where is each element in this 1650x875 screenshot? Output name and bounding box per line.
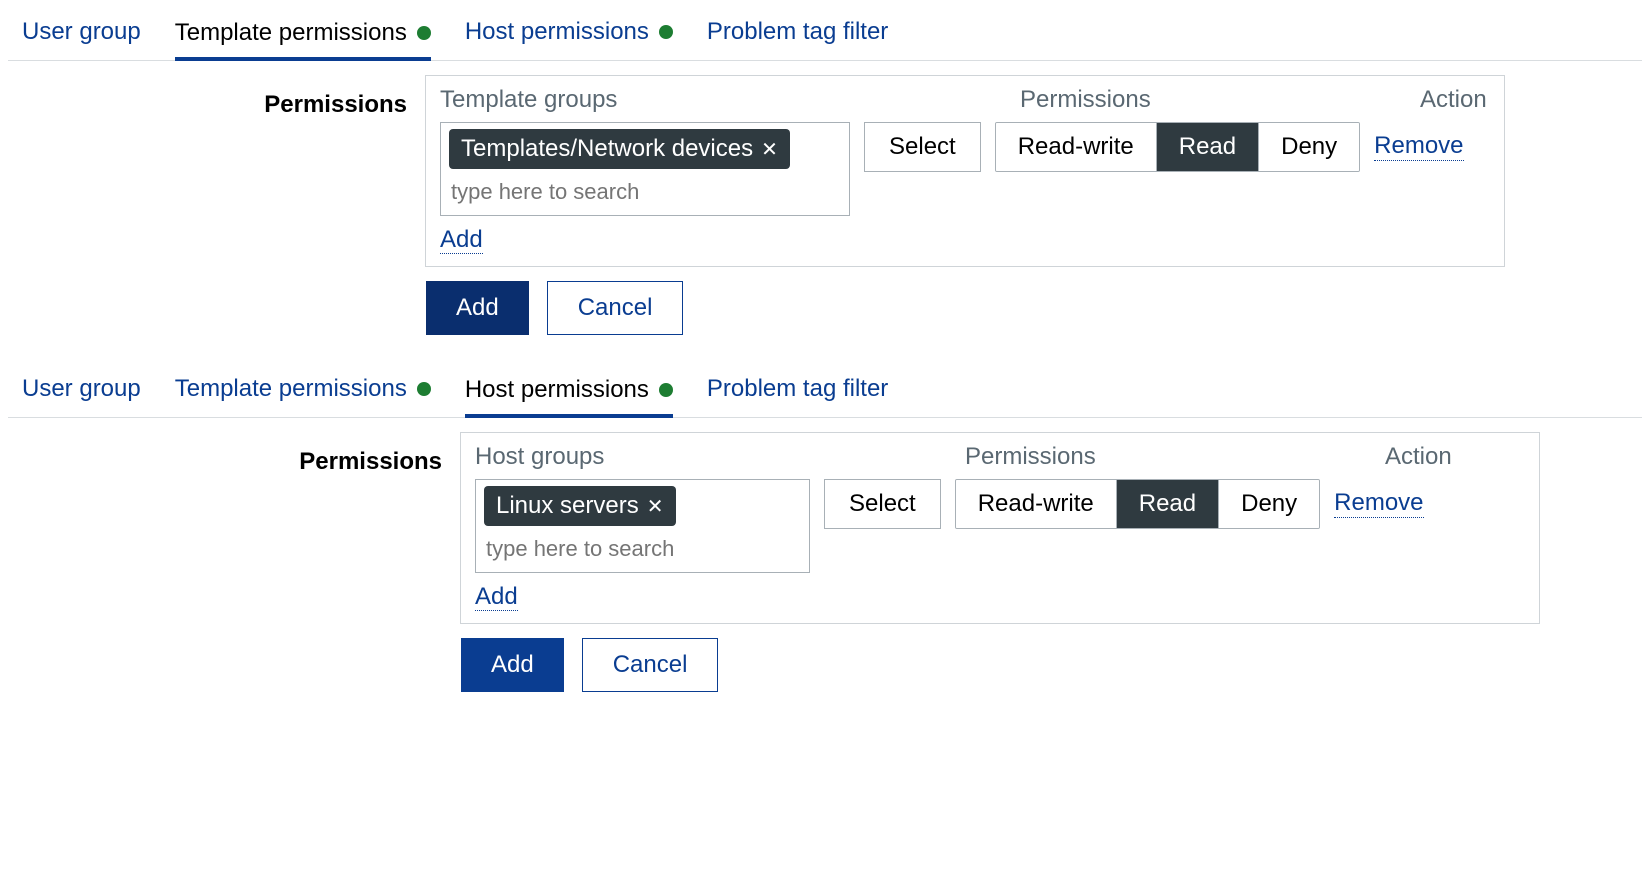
tab-template-permissions-label: Template permissions [175,19,407,47]
cancel-button[interactable]: Cancel [547,281,684,335]
tabs: User group Template permissions Host per… [8,375,1642,418]
select-button[interactable]: Select [824,479,941,529]
permission-entry: Linux servers ✕ Select Read-write Read D… [475,479,1525,573]
tab-template-permissions-label: Template permissions [175,375,407,403]
remove-link[interactable]: Remove [1334,489,1423,518]
select-button[interactable]: Select [864,122,981,172]
form-buttons: Add Cancel [426,281,1642,335]
host-permissions-section: User group Template permissions Host per… [8,375,1642,692]
permission-level-segment: Read-write Read Deny [955,479,1320,529]
remove-link[interactable]: Remove [1374,132,1463,161]
status-dot-icon [417,382,431,396]
template-permissions-section: User group Template permissions Host per… [8,18,1642,335]
permissions-panel: Host groups Permissions Action Linux ser… [460,432,1540,624]
permissions-label: Permissions [22,432,442,476]
perm-read[interactable]: Read [1117,480,1219,528]
tabs: User group Template permissions Host per… [8,18,1642,61]
perm-read-write[interactable]: Read-write [956,480,1117,528]
col-permissions-header: Permissions [965,443,1385,471]
tab-host-permissions[interactable]: Host permissions [465,375,673,418]
permissions-row: Permissions Template groups Permissions … [8,75,1642,267]
status-dot-icon [659,383,673,397]
perm-read[interactable]: Read [1157,123,1259,171]
permission-level-segment: Read-write Read Deny [995,122,1360,172]
perm-read-write[interactable]: Read-write [996,123,1157,171]
selected-tag-label: Templates/Network devices [461,135,753,163]
host-groups-multiselect[interactable]: Linux servers ✕ [475,479,810,573]
remove-tag-icon[interactable]: ✕ [647,494,664,519]
status-dot-icon [659,25,673,39]
permissions-label: Permissions [22,75,407,119]
tab-problem-tag-filter[interactable]: Problem tag filter [707,375,888,409]
add-button[interactable]: Add [426,281,529,335]
perm-deny[interactable]: Deny [1259,123,1359,171]
group-search-input[interactable] [449,175,841,209]
add-row-link[interactable]: Add [475,583,518,611]
panel-header: Host groups Permissions Action [475,443,1525,471]
panel-header: Template groups Permissions Action [440,86,1490,114]
tab-problem-tag-filter[interactable]: Problem tag filter [707,18,888,52]
add-row-link[interactable]: Add [440,226,483,254]
col-action-header: Action [1385,443,1495,471]
tab-host-permissions[interactable]: Host permissions [465,18,673,52]
selected-tag-label: Linux servers [496,492,639,520]
template-groups-multiselect[interactable]: Templates/Network devices ✕ [440,122,850,216]
tab-user-group[interactable]: User group [22,375,141,409]
tab-template-permissions[interactable]: Template permissions [175,375,431,409]
tab-host-permissions-label: Host permissions [465,18,649,46]
tab-host-permissions-label: Host permissions [465,376,649,404]
selected-tag: Templates/Network devices ✕ [449,129,790,169]
tab-user-group[interactable]: User group [22,18,141,52]
tab-template-permissions[interactable]: Template permissions [175,18,431,61]
permission-entry: Templates/Network devices ✕ Select Read-… [440,122,1490,216]
permissions-panel: Template groups Permissions Action Templ… [425,75,1505,267]
cancel-button[interactable]: Cancel [582,638,719,692]
perm-deny[interactable]: Deny [1219,480,1319,528]
status-dot-icon [417,26,431,40]
remove-tag-icon[interactable]: ✕ [761,137,778,162]
group-search-input[interactable] [484,532,801,566]
permissions-row: Permissions Host groups Permissions Acti… [8,432,1642,624]
form-buttons: Add Cancel [461,638,1642,692]
add-button[interactable]: Add [461,638,564,692]
col-groups-header: Host groups [475,443,965,471]
col-permissions-header: Permissions [1020,86,1420,114]
col-action-header: Action [1420,86,1530,114]
selected-tag: Linux servers ✕ [484,486,676,526]
col-groups-header: Template groups [440,86,1020,114]
